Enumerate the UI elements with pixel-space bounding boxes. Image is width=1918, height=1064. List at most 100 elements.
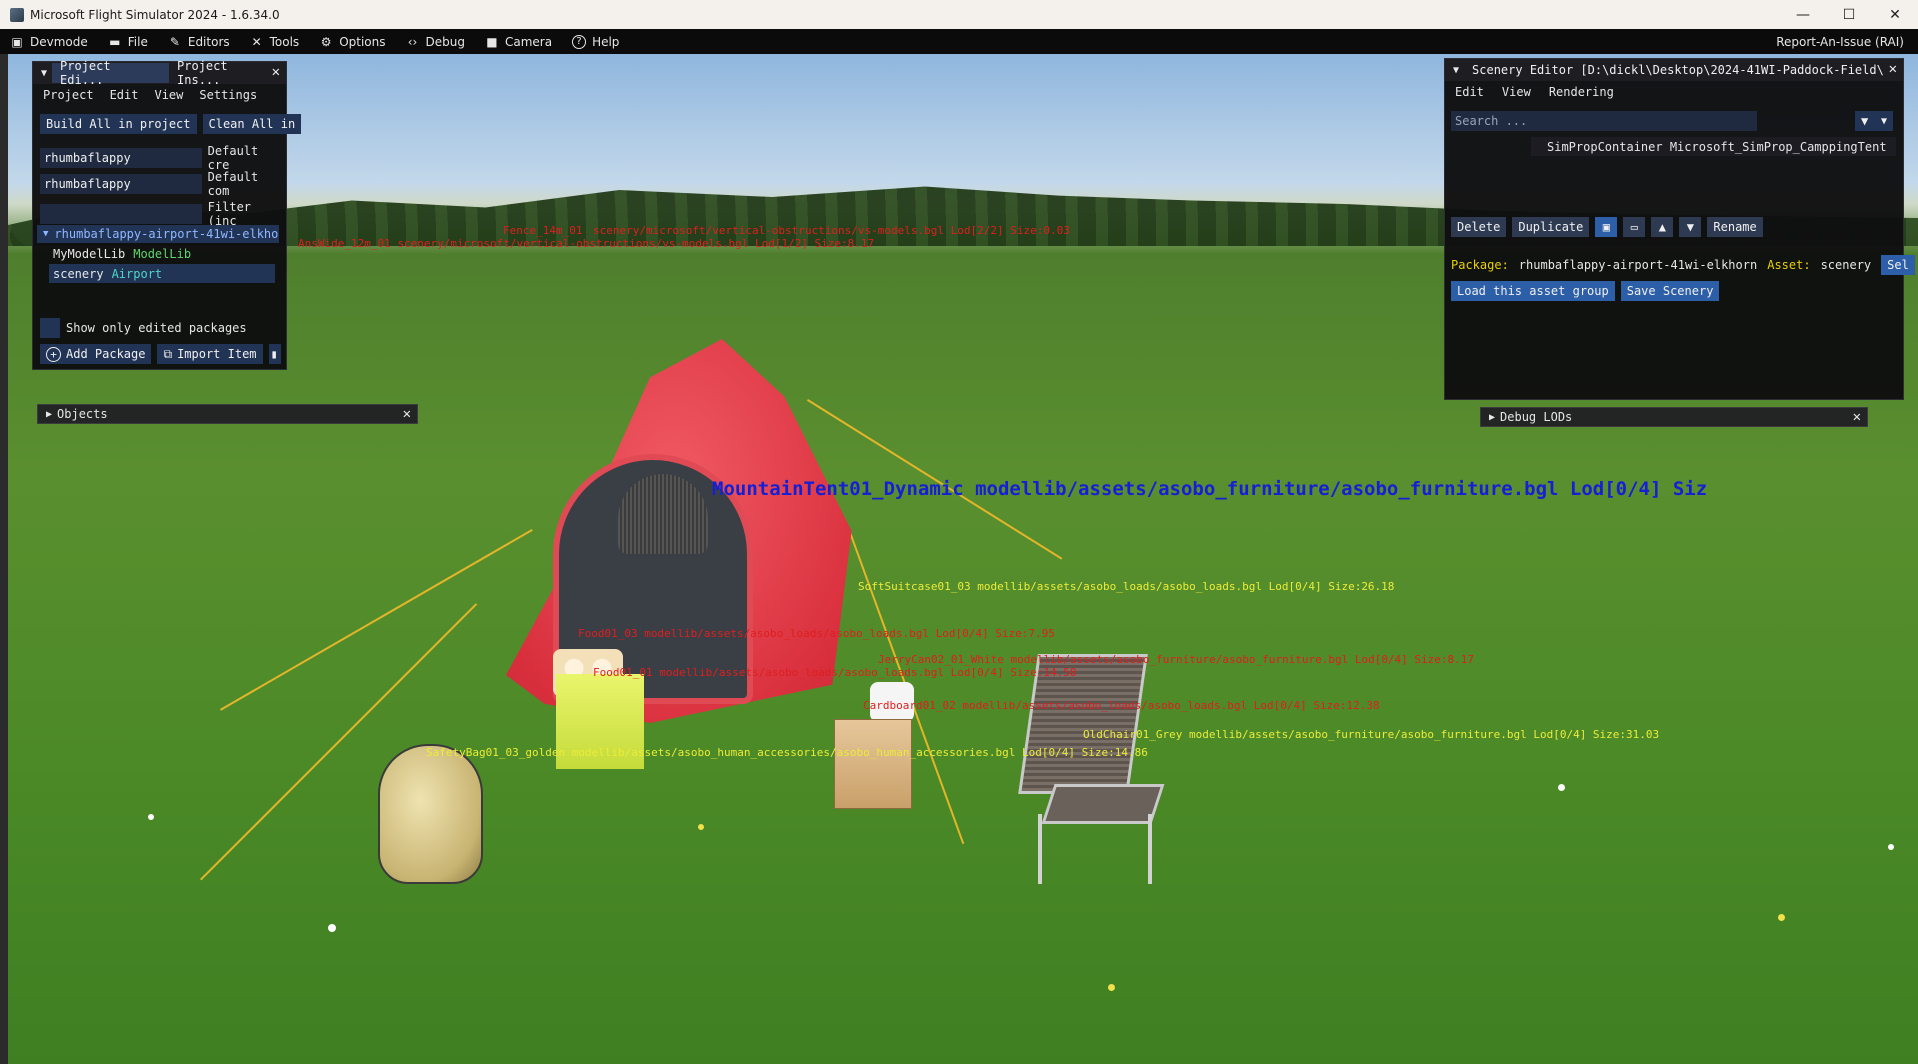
add-package-label: Add Package bbox=[66, 347, 146, 361]
menu-file[interactable]: ▬ File bbox=[98, 29, 158, 54]
scenery-menu-rendering[interactable]: Rendering bbox=[1549, 85, 1614, 99]
maximize-button[interactable]: ☐ bbox=[1826, 0, 1872, 29]
flower bbox=[1108, 984, 1115, 991]
report-an-issue-button[interactable]: Report-An-Issue (RAI) bbox=[1776, 29, 1904, 54]
tree-item-modellib-type: ModelLib bbox=[133, 247, 192, 261]
rename-button[interactable]: Rename bbox=[1707, 217, 1763, 237]
show-edited-label: Show only edited packages bbox=[66, 321, 247, 335]
menu-options[interactable]: ⚙ Options bbox=[309, 29, 395, 54]
minimize-button[interactable]: — bbox=[1780, 0, 1826, 29]
import-item-button[interactable]: ⧉ Import Item bbox=[157, 344, 263, 364]
project-editor-panel: ▼ Project Edi... Project Ins... ✕ Projec… bbox=[32, 59, 302, 370]
tab-project-editor[interactable]: Project Edi... bbox=[52, 59, 170, 87]
close-icon[interactable]: ✕ bbox=[403, 406, 411, 422]
company-field[interactable]: rhumbaflappy bbox=[40, 174, 202, 194]
scenery-search-input[interactable]: Search ... bbox=[1451, 111, 1757, 131]
debug-lods-bar[interactable]: ▶ Debug LODs ✕ bbox=[1480, 407, 1868, 427]
build-all-button[interactable]: Build All in project bbox=[40, 114, 197, 134]
expand-triangle-icon[interactable]: ▶ bbox=[1481, 412, 1500, 423]
add-package-button[interactable]: + Add Package bbox=[40, 344, 152, 364]
scenery-editor-panel: ▼ Scenery Editor [D:\dickl\Desktop\2024-… bbox=[1444, 58, 1915, 400]
tree-item-scenery-type: Airport bbox=[111, 266, 163, 281]
scenery-menu-view[interactable]: View bbox=[1502, 85, 1531, 99]
menu-devmode[interactable]: ▣ Devmode bbox=[0, 29, 98, 54]
project-menu-view[interactable]: View bbox=[154, 88, 183, 102]
flower bbox=[328, 924, 336, 932]
project-panel-menu: Project Edit View Settings bbox=[33, 84, 286, 106]
new-folder-icon[interactable]: ▣ bbox=[1595, 217, 1618, 237]
lod-label-chair: OldChair01_Grey modellib/assets/asobo_fu… bbox=[1083, 728, 1660, 741]
close-icon[interactable]: ✕ bbox=[1853, 409, 1861, 425]
show-edited-row: Show only edited packages bbox=[40, 318, 247, 338]
scenery-tree-item[interactable]: SimPropContainer Microsoft_SimProp_Campp… bbox=[1531, 137, 1896, 156]
tree-item-scenery[interactable]: scenery Airport bbox=[49, 264, 275, 283]
flower bbox=[1558, 784, 1565, 791]
collapse-triangle-icon[interactable]: ▼ bbox=[1445, 65, 1464, 76]
menu-debug[interactable]: ‹› Debug bbox=[396, 29, 475, 54]
tree-item-modellib[interactable]: MyModelLib ModelLib bbox=[53, 245, 191, 263]
save-scenery-button[interactable]: Save Scenery bbox=[1620, 281, 1720, 301]
code-icon: ‹› bbox=[407, 34, 418, 49]
window-titlebar: Microsoft Flight Simulator 2024 - 1.6.34… bbox=[0, 0, 1918, 29]
menu-help[interactable]: ? Help bbox=[562, 29, 629, 54]
menu-tools-label: Tools bbox=[269, 34, 300, 49]
close-icon[interactable]: ✕ bbox=[1889, 61, 1897, 77]
menu-editors-label: Editors bbox=[187, 34, 230, 49]
project-panel-tabbar: ▼ Project Edi... Project Ins... ✕ bbox=[33, 59, 286, 87]
select-button[interactable]: Sel bbox=[1881, 255, 1915, 275]
window-title: Microsoft Flight Simulator 2024 - 1.6.34… bbox=[30, 7, 280, 22]
import-icon: ⧉ bbox=[163, 346, 173, 361]
expand-triangle-icon[interactable]: ▼ bbox=[37, 229, 54, 239]
build-row: Build All in project Clean All in bbox=[40, 114, 302, 134]
show-edited-checkbox[interactable] bbox=[40, 318, 60, 338]
objects-bar[interactable]: ▶ Objects ✕ bbox=[37, 404, 418, 424]
lod-label-fence-name: Fence_14m_01 bbox=[503, 224, 583, 237]
trash-icon[interactable]: ▮ bbox=[268, 344, 281, 364]
creator-row: rhumbaflappy Default cre bbox=[40, 144, 286, 172]
duplicate-button[interactable]: Duplicate bbox=[1512, 217, 1590, 237]
filter-input[interactable] bbox=[40, 204, 202, 224]
tree-package-row[interactable]: ▼ rhumbaflappy-airport-41wi-elkho bbox=[37, 225, 279, 243]
old-chair[interactable] bbox=[1008, 654, 1178, 884]
close-window-button[interactable]: ✕ bbox=[1872, 0, 1918, 29]
menu-tools[interactable]: ✕ Tools bbox=[240, 29, 310, 54]
filter-row: Filter (inc bbox=[40, 200, 286, 228]
asset-label: Asset: bbox=[1767, 258, 1811, 272]
filter-dropdown-button[interactable]: ▼ ▼ bbox=[1855, 111, 1893, 131]
menu-options-label: Options bbox=[339, 34, 386, 49]
lod-label-food01: Food01_01 modellib/assets/asobo_loads/as… bbox=[593, 666, 1077, 679]
camera-icon: ■ bbox=[486, 34, 498, 49]
help-icon: ? bbox=[572, 34, 587, 49]
lod-label-fence: scenery/microsoft/vertical-obstructions/… bbox=[593, 224, 1070, 237]
tab-project-inspector[interactable]: Project Ins... bbox=[169, 59, 286, 87]
close-icon[interactable]: ✕ bbox=[272, 64, 280, 80]
cardboard-box[interactable] bbox=[834, 719, 912, 809]
delete-button[interactable]: Delete bbox=[1451, 217, 1507, 237]
menu-camera-label: Camera bbox=[504, 34, 553, 49]
move-up-icon[interactable]: ▲ bbox=[1651, 217, 1674, 237]
menu-camera[interactable]: ■ Camera bbox=[475, 29, 562, 54]
safety-bag[interactable] bbox=[378, 744, 483, 884]
pencil-icon: ✎ bbox=[169, 34, 180, 49]
asset-value: scenery bbox=[1820, 258, 1872, 272]
flower bbox=[148, 814, 154, 820]
load-asset-group-button[interactable]: Load this asset group bbox=[1451, 281, 1615, 301]
flower bbox=[1778, 914, 1785, 921]
tent-mesh-window bbox=[618, 474, 708, 554]
project-menu-edit[interactable]: Edit bbox=[110, 88, 139, 102]
collapse-triangle-icon[interactable]: ▼ bbox=[33, 68, 52, 79]
project-menu-settings[interactable]: Settings bbox=[199, 88, 257, 102]
expand-triangle-icon[interactable]: ▶ bbox=[38, 409, 57, 420]
folder-icon[interactable]: ▭ bbox=[1623, 217, 1646, 237]
objects-bar-label: Objects bbox=[57, 407, 108, 421]
lod-label-safetybag: SafetyBag01_03_golden modellib/assets/as… bbox=[426, 746, 1148, 759]
gear-icon: ⚙ bbox=[320, 34, 332, 49]
import-item-label: Import Item bbox=[177, 347, 257, 361]
scenery-menu-edit[interactable]: Edit bbox=[1455, 85, 1484, 99]
lod-label-food03: Food01_03 modellib/assets/asobo_loads/as… bbox=[578, 627, 1055, 640]
creator-field[interactable]: rhumbaflappy bbox=[40, 148, 202, 168]
clean-all-button[interactable]: Clean All in bbox=[202, 114, 302, 134]
project-menu-project[interactable]: Project bbox=[43, 88, 94, 102]
move-down-icon[interactable]: ▼ bbox=[1679, 217, 1702, 237]
menu-editors[interactable]: ✎ Editors bbox=[158, 29, 240, 54]
